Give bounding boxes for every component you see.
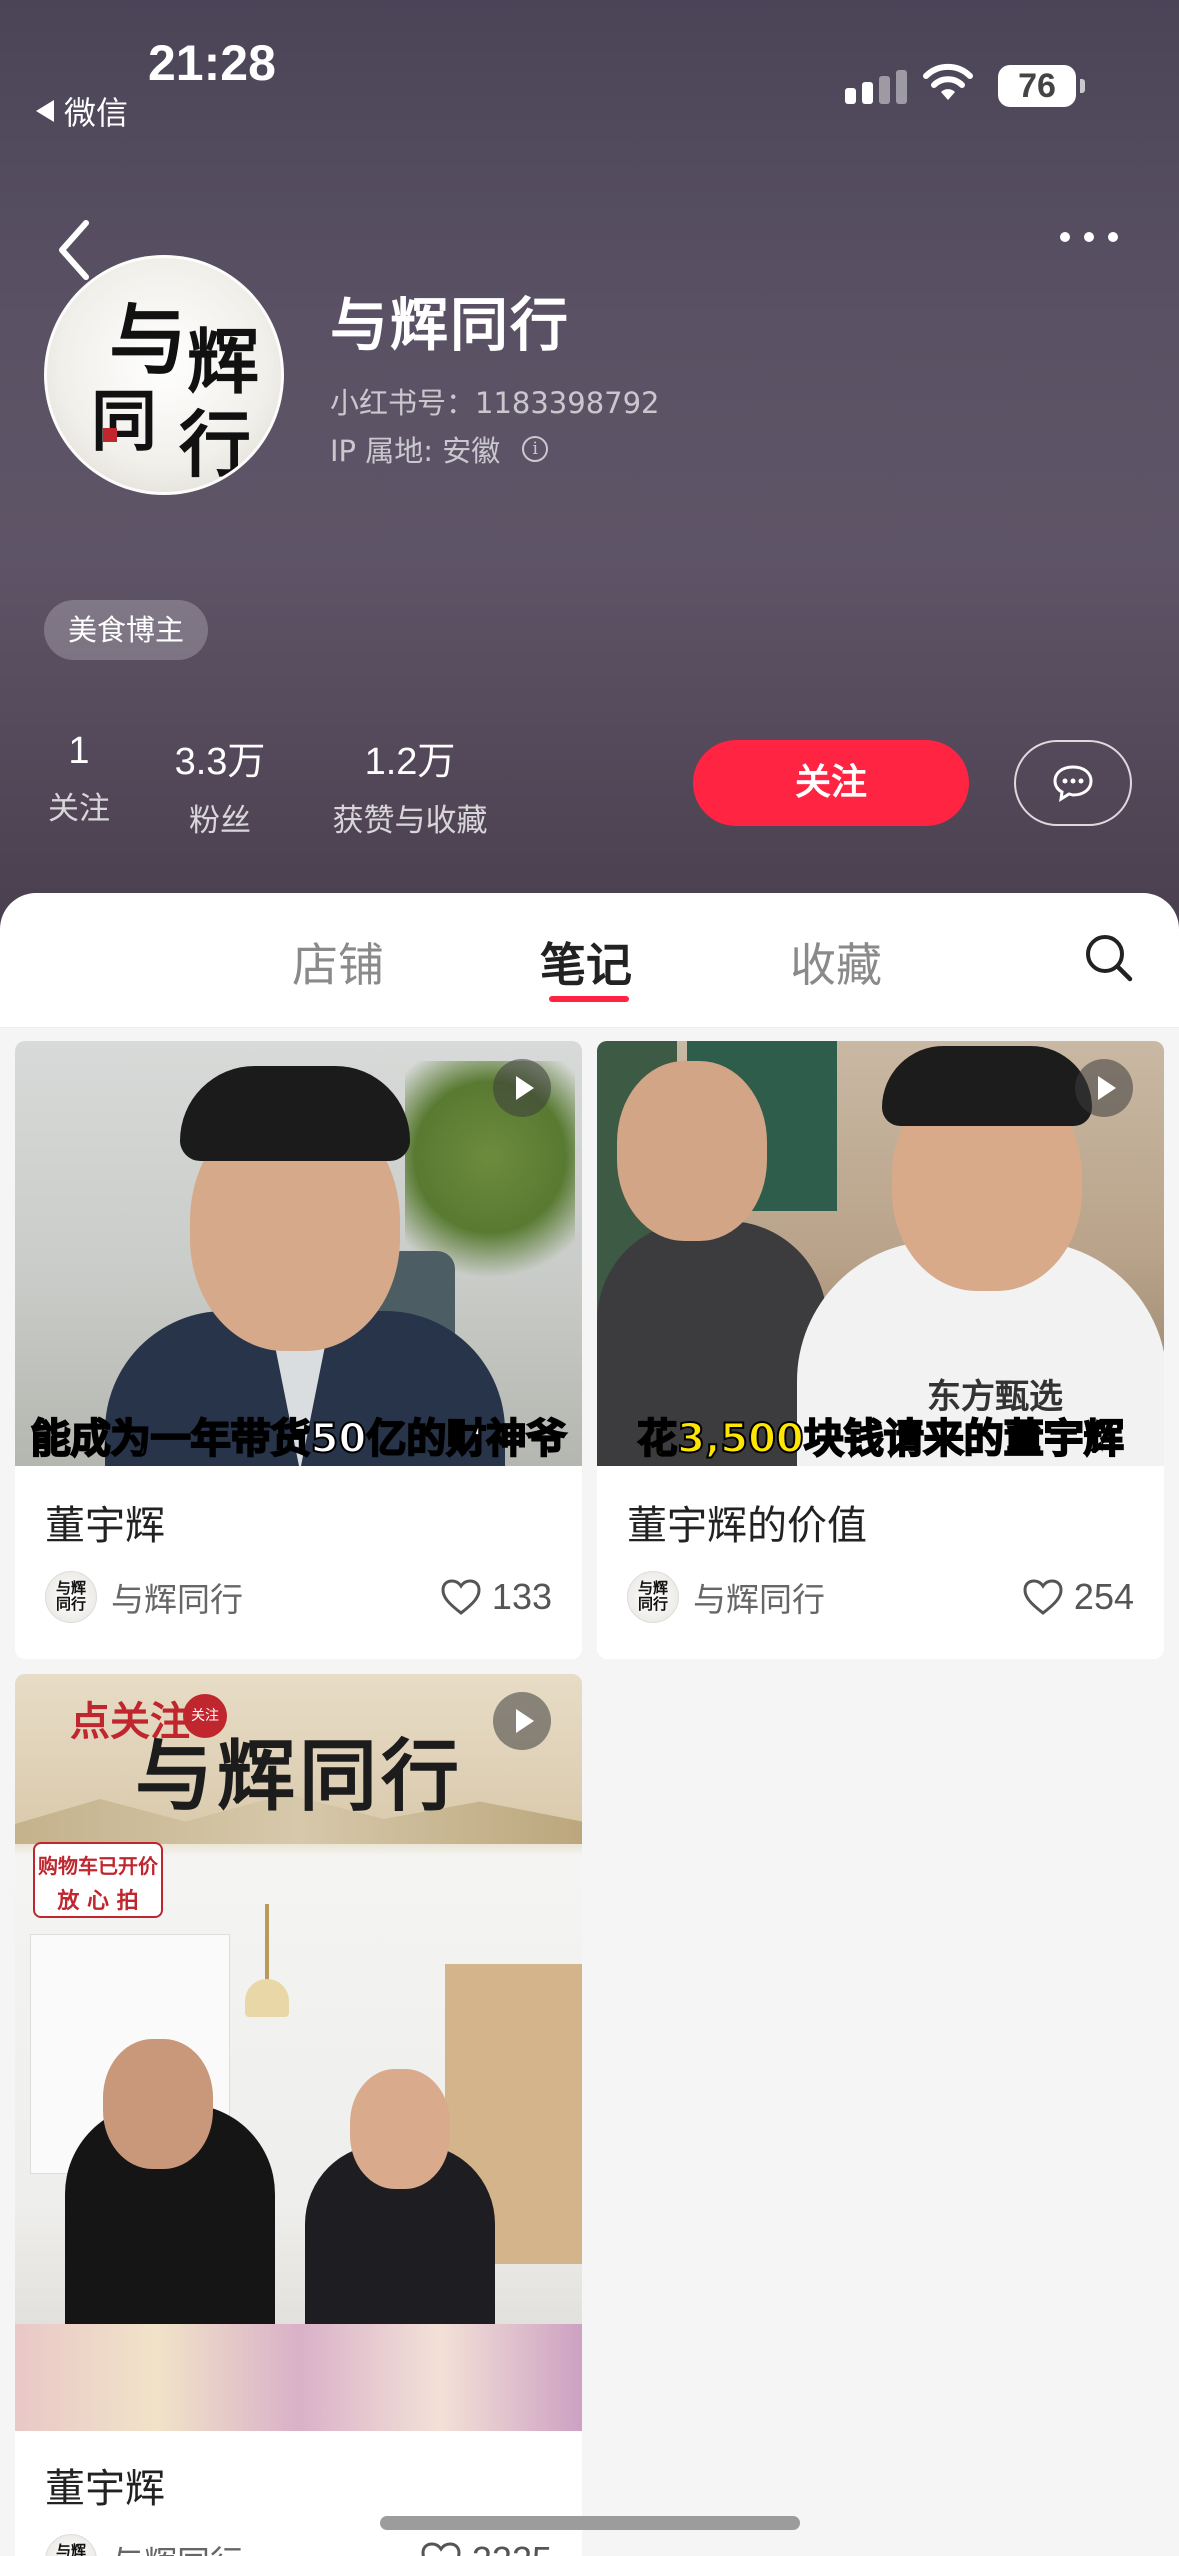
play-icon: [1075, 1059, 1133, 1117]
tab-shop[interactable]: 店铺: [292, 929, 384, 995]
profile-avatar[interactable]: 与 辉 同 行: [44, 255, 284, 495]
author-avatar: 与辉同行: [45, 1571, 97, 1623]
profile-tag[interactable]: 美食博主: [44, 600, 209, 660]
profile-name: 与辉同行: [330, 291, 571, 359]
profile-header: 21:28 微信 76 与 辉 同 行 与辉同行 小红书号：1183398792: [0, 0, 1179, 930]
author-avatar: 与辉同行: [45, 2534, 97, 2556]
flower-table: [15, 2324, 582, 2431]
stat-following[interactable]: 1 关注: [44, 730, 114, 828]
back-app-label: 微信: [64, 94, 129, 132]
profile-id: 小红书号：1183398792: [330, 386, 660, 420]
note-card[interactable]: 点关注 关注 与辉同行 购物车已开价 放 心 拍 董宇辉 与辉同行 与辉同行 2…: [15, 1674, 582, 2556]
note-title: 董宇辉的价值: [627, 1503, 867, 1549]
back-chevron-icon[interactable]: [50, 215, 100, 285]
heart-icon: [441, 1579, 481, 1615]
follow-button[interactable]: 关注: [693, 740, 969, 826]
back-to-wechat[interactable]: 微信: [36, 88, 128, 134]
back-triangle-icon: [36, 100, 54, 122]
note-title: 董宇辉: [45, 1503, 165, 1549]
note-card[interactable]: 能成为一年带货50亿的财神爷 董宇辉 与辉 同行 与辉同行 133: [15, 1041, 582, 1659]
profile-tabs: 店铺 笔记 收藏: [0, 893, 1179, 1028]
search-icon[interactable]: [1083, 932, 1135, 984]
note-meta: 与辉 同行 与辉同行 254: [627, 1571, 1134, 1623]
pendant-lamp: [245, 1979, 289, 2017]
more-options-icon[interactable]: [1060, 232, 1118, 242]
heart-icon: [421, 2542, 461, 2556]
banner-brand: 与辉同行: [135, 1731, 464, 1822]
video-caption: 花3,500块钱请来的董宇辉: [636, 1415, 1125, 1463]
status-bar: 21:28 微信 76: [0, 0, 1179, 132]
author-avatar: 与辉同行: [627, 1571, 679, 1623]
note-thumbnail[interactable]: 点关注 关注 与辉同行 购物车已开价 放 心 拍: [15, 1674, 582, 2431]
like-button[interactable]: 254: [1022, 1576, 1134, 1618]
home-indicator[interactable]: [380, 2516, 800, 2530]
status-time: 21:28: [148, 35, 276, 91]
play-icon: [493, 1692, 551, 1750]
heart-icon: [1023, 1579, 1063, 1615]
like-button[interactable]: 133: [440, 1576, 552, 1618]
note-author[interactable]: 与辉同行 与辉同行: [45, 1571, 243, 1623]
message-button[interactable]: [1014, 740, 1132, 826]
battery-indicator: 76: [998, 65, 1085, 107]
play-icon: [493, 1059, 551, 1117]
wifi-icon: [923, 63, 973, 100]
note-title: 董宇辉: [45, 2466, 165, 2512]
stat-followers[interactable]: 3.3万 粉丝: [160, 730, 280, 840]
note-thumbnail[interactable]: 东方甄选 花3,500块钱请来的董宇辉: [597, 1041, 1164, 1466]
chat-bubble-icon: [1053, 765, 1093, 802]
cellular-signal-icon: [845, 70, 907, 104]
note-meta: 与辉同行 与辉同行 2225: [45, 2534, 552, 2556]
note-card[interactable]: 东方甄选 花3,500块钱请来的董宇辉 董宇辉的价值 与辉 同行 与辉同行 254: [597, 1041, 1164, 1659]
cart-sticker: 购物车已开价 放 心 拍: [33, 1842, 163, 1918]
profile-ip-location: IP 属地: 安徽 i: [330, 428, 549, 470]
tab-collections[interactable]: 收藏: [790, 929, 882, 995]
stat-likes-collections[interactable]: 1.2万 获赞与收藏: [320, 730, 500, 840]
tab-notes[interactable]: 笔记: [540, 929, 632, 995]
active-tab-indicator: [549, 996, 629, 1002]
note-meta: 与辉 同行 与辉同行 133: [45, 1571, 552, 1623]
note-author[interactable]: 与辉同行 与辉同行: [45, 2534, 243, 2556]
avatar-seal: [103, 428, 117, 442]
info-icon[interactable]: i: [522, 436, 549, 462]
note-author[interactable]: 与辉同行 与辉同行: [627, 1571, 825, 1623]
video-caption: 能成为一年带货50亿的财神爷: [30, 1415, 568, 1463]
like-button[interactable]: 2225: [420, 2539, 552, 2556]
note-thumbnail[interactable]: 能成为一年带货50亿的财神爷: [15, 1041, 582, 1466]
